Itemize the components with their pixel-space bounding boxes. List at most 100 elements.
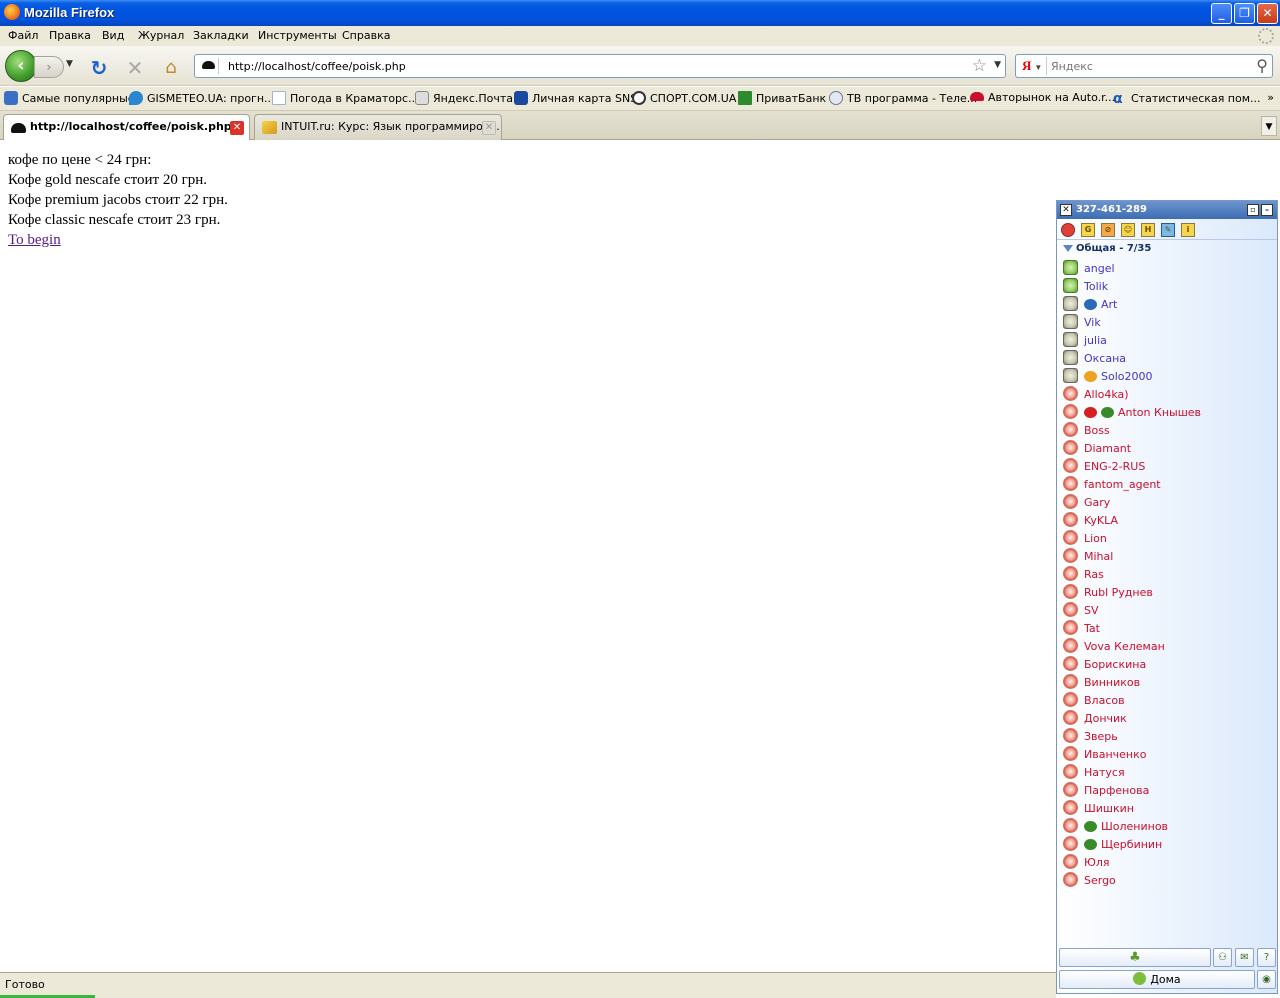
icq-close-icon[interactable]: ✕ [1060, 204, 1072, 216]
contact-item[interactable]: Anton Кнышев [1063, 404, 1201, 422]
tab-close-icon[interactable]: ✕ [230, 121, 244, 135]
tab-poisk[interactable]: http://localhost/coffee/poisk.php ✕ [3, 114, 250, 141]
contact-item[interactable]: Boss [1063, 422, 1110, 440]
contact-item[interactable]: Дончик [1063, 710, 1127, 728]
contact-item[interactable]: SV [1063, 602, 1099, 620]
bookmark-item[interactable]: ПриватБанк [738, 91, 826, 107]
contact-item[interactable]: Парфенова [1063, 782, 1149, 800]
contact-item[interactable]: Зверь [1063, 728, 1118, 746]
contact-item[interactable]: ENG-2-RUS [1063, 458, 1145, 476]
contact-item[interactable]: Solo2000 [1063, 368, 1153, 386]
icq-pin-icon[interactable]: ▫ [1247, 204, 1259, 216]
search-engine-selector[interactable]: Я ▼ [1019, 57, 1047, 75]
contact-item[interactable]: Vik [1063, 314, 1101, 332]
icq-group-header[interactable]: Общая - 7/35 [1063, 243, 1151, 254]
minimize-button[interactable]: _ [1211, 3, 1232, 24]
contact-item[interactable]: Шишкин [1063, 800, 1134, 818]
menu-file[interactable]: Файл [8, 29, 38, 42]
bookmarks-overflow-button[interactable]: » [1267, 91, 1274, 104]
close-button[interactable]: ✕ [1257, 3, 1278, 24]
icq-add-contact-button[interactable]: ♣ [1059, 948, 1211, 967]
history-dropdown-icon[interactable]: ▼ [66, 59, 73, 69]
home-icon[interactable]: ⌂ [160, 57, 182, 79]
contact-item[interactable]: angel [1063, 260, 1115, 278]
icq-g-icon[interactable]: G [1081, 223, 1095, 237]
contact-item[interactable]: Diamant [1063, 440, 1131, 458]
menu-tools[interactable]: Инструменты [258, 29, 337, 42]
contact-item[interactable]: KyKLA [1063, 512, 1118, 530]
bookmark-item[interactable]: Погода в Краматорс... [272, 91, 419, 107]
bookmark-item[interactable]: GISMETEO.UA: прогн... [129, 91, 275, 107]
search-bar[interactable]: Я▼ ⚲ [1015, 54, 1273, 78]
bookmark-item[interactable]: Самые популярные [4, 91, 135, 107]
icq-h-icon[interactable]: H [1141, 223, 1155, 237]
icq-help-icon[interactable]: ? [1257, 948, 1276, 967]
contact-item[interactable]: Tat [1063, 620, 1100, 638]
offline-status-icon [1063, 710, 1078, 725]
contact-item[interactable]: Власов [1063, 692, 1125, 710]
icq-privacy-eye-icon[interactable]: ◉ [1257, 970, 1276, 989]
icq-settings-icon[interactable]: ✎ [1161, 223, 1175, 237]
menu-history[interactable]: Журнал [138, 29, 184, 42]
contact-item[interactable]: Sergo [1063, 872, 1116, 890]
contact-name: Шишкин [1084, 802, 1134, 815]
search-go-icon[interactable]: ⚲ [1256, 56, 1268, 75]
menu-edit[interactable]: Правка [49, 29, 91, 42]
bookmark-item[interactable]: ТВ программа - Теле... [829, 91, 977, 107]
bookmark-item[interactable]: α Статистическая пом... [1113, 91, 1261, 107]
tab-list-dropdown-icon[interactable]: ▼ [1261, 116, 1277, 136]
icq-status-button[interactable]: Дома [1059, 970, 1255, 989]
menu-help[interactable]: Справка [342, 29, 390, 42]
tab-intuit[interactable]: INTUIT.ru: Курс: Язык программиров... ✕ [254, 114, 502, 140]
bookmark-item[interactable]: Личная карта SNS [514, 91, 637, 107]
stop-icon[interactable]: ✕ [124, 57, 146, 79]
icq-messages-icon[interactable]: ✉ [1235, 948, 1254, 967]
offline-status-icon [1063, 566, 1078, 581]
contact-item[interactable]: Шоленинов [1063, 818, 1168, 836]
contact-item[interactable]: Tolik [1063, 278, 1108, 296]
contact-item[interactable]: Натуся [1063, 764, 1125, 782]
tab-close-icon[interactable]: ✕ [482, 121, 496, 135]
icq-find-icon[interactable]: ⚇ [1213, 948, 1232, 967]
icq-flower-icon[interactable] [1061, 223, 1075, 237]
contact-item[interactable]: Винников [1063, 674, 1140, 692]
site-identity-icon[interactable] [199, 58, 219, 74]
contact-item[interactable]: Mihal [1063, 548, 1113, 566]
contact-item[interactable]: fantom_agent [1063, 476, 1161, 494]
url-bar[interactable]: ☆ ▼ [194, 54, 1006, 78]
icq-info-icon[interactable]: i [1181, 223, 1195, 237]
contact-item[interactable]: Иванченко [1063, 746, 1146, 764]
contact-item[interactable]: Allo4ka) [1063, 386, 1129, 404]
contact-item[interactable]: Gary [1063, 494, 1110, 512]
bookmark-star-icon[interactable]: ☆ [972, 56, 987, 76]
menu-bookmarks[interactable]: Закладки [193, 29, 249, 42]
to-begin-link[interactable]: To begin [8, 232, 61, 248]
collapse-icon [1063, 245, 1073, 252]
contact-item[interactable]: Борискина [1063, 656, 1146, 674]
contact-item[interactable]: Ras [1063, 566, 1104, 584]
forward-button[interactable]: › [34, 56, 64, 78]
contact-item[interactable]: Rubl Руднев [1063, 584, 1153, 602]
contact-item[interactable]: Оксана [1063, 350, 1126, 368]
icq-minimize-icon[interactable]: – [1261, 204, 1273, 216]
status-text: Готово [5, 978, 45, 991]
url-dropdown-icon[interactable]: ▼ [994, 60, 1001, 70]
menu-view[interactable]: Вид [102, 29, 124, 42]
contact-item[interactable]: julia [1063, 332, 1107, 350]
bookmark-item[interactable]: Авторынок на Auto.r... [970, 91, 1115, 107]
bookmark-item[interactable]: Яндекс.Почта [415, 91, 513, 107]
icq-smile-icon[interactable]: ☺ [1121, 223, 1135, 237]
bookmark-item[interactable]: СПОРТ.COM.UA [632, 91, 736, 107]
contact-name: Rubl Руднев [1084, 586, 1153, 599]
reload-icon[interactable]: ↻ [88, 57, 110, 79]
back-button[interactable]: ‹ [5, 50, 37, 82]
contact-item[interactable]: Lion [1063, 530, 1107, 548]
contact-item[interactable]: Art [1063, 296, 1117, 314]
url-input[interactable] [228, 58, 958, 74]
contact-item[interactable]: Юля [1063, 854, 1110, 872]
search-input[interactable] [1051, 58, 1246, 74]
maximize-button[interactable]: ❐ [1234, 3, 1255, 24]
icq-block-icon[interactable]: ⊘ [1101, 223, 1115, 237]
contact-item[interactable]: Vova Келеман [1063, 638, 1165, 656]
contact-item[interactable]: Щербинин [1063, 836, 1162, 854]
